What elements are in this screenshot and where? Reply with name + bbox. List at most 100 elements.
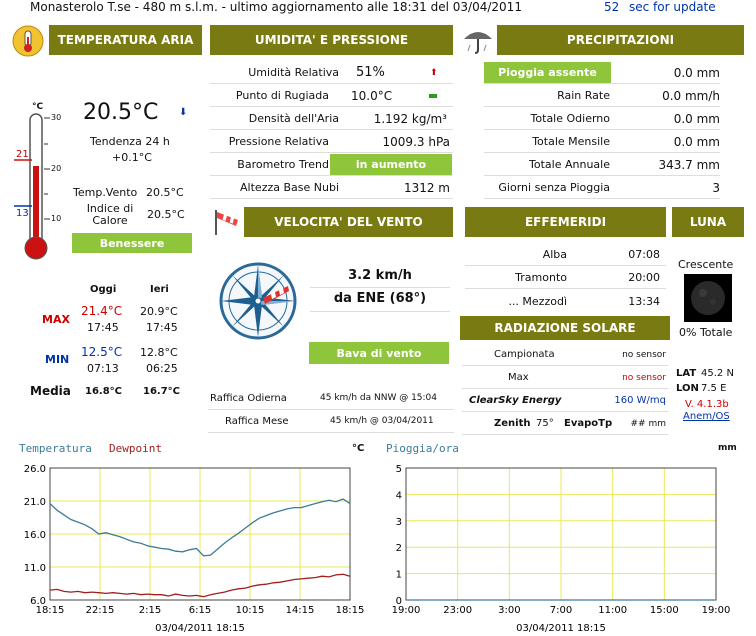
max-yesterday-time: 17:45 [146, 321, 178, 334]
air-density-row: Densità dell'Aria 1.192 kg/m³ [210, 108, 453, 130]
rain-rate-value: 0.0 mm/h [662, 88, 720, 103]
avg-yesterday: 16.7°C [143, 386, 181, 397]
wind-speed: 3.2 km/h [348, 268, 412, 283]
rain-rate-row: Rain Rate 0.0 mm/h [484, 85, 720, 107]
rain-month-row: Totale Mensile 0.0 mm [484, 131, 720, 153]
trend-value: +0.1°C [112, 151, 152, 164]
barometer-trend-button[interactable]: in aumento [330, 154, 452, 175]
chart-temp-legend-dewpoint: Dewpoint [109, 442, 162, 455]
solar-max-row: Max no sensor [462, 367, 668, 389]
solar-max-label: Max [508, 372, 529, 383]
rain-rate-label: Rain Rate [557, 89, 610, 102]
sunset-label: Tramonto [515, 271, 567, 284]
max-today: 21.4°C [81, 304, 123, 318]
umbrella-icon [462, 25, 494, 55]
windchill-value: 20.5°C [146, 186, 184, 199]
rain-chart-y-tick-label: 1 [396, 570, 402, 581]
cloud-base-value: 1312 m [403, 180, 450, 195]
temp-chart-x-tick-label: 18:15 [36, 605, 65, 616]
cloud-base-label: Altezza Base Nubi [240, 181, 339, 194]
chart-temp-legend-temperature: Temperatura [19, 442, 92, 455]
gust-day-label: Raffica Odierna [210, 393, 287, 404]
min-today-time: 07:13 [87, 362, 119, 375]
dewpoint-label: Punto di Rugiada [235, 89, 329, 102]
dry-days-row: Giorni senza Pioggia 3 [484, 177, 720, 199]
air-density-value: 1.192 kg/m³ [373, 111, 447, 126]
current-temperature: 20.5°C [83, 100, 159, 125]
evapo-label: EvapoTp [564, 418, 613, 429]
comfort-button[interactable]: Benessere [72, 233, 192, 253]
header-precipitation: PRECIPITAZIONI [497, 25, 744, 55]
solar-noon-row: ... Mezzodì 13:34 [465, 290, 666, 312]
scale-tick-10: 10 [51, 214, 62, 223]
evapo-value: ## mm [630, 418, 666, 429]
rain-status-value: 0.0 mm [673, 65, 720, 80]
temp-chart-x-axis-label: 03/04/2011 18:15 [155, 623, 245, 634]
air-density-label: Densità dell'Aria [248, 112, 339, 125]
marker-high: 21 [16, 149, 29, 160]
windchill-label: Temp.Vento [73, 186, 138, 199]
moon-phase-label: Crescente [678, 258, 734, 271]
barometer-trend-row: Barometro Trend in aumento [210, 154, 453, 176]
marker-low: 13 [16, 208, 29, 219]
rain-chart: 01234519:00 23:00 3:00 7:00 11:00 15:00 19:000… [392, 464, 731, 634]
min-label: MIN [45, 353, 70, 366]
rain-chart-x-tick-label: 19:00 [392, 605, 421, 616]
scale-tick-30: 30 [51, 113, 62, 122]
trend-label: Tendenza 24 h [90, 135, 170, 148]
steady-icon [429, 94, 437, 98]
rain-today-row: Totale Odierno 0.0 mm [484, 108, 720, 130]
dewpoint-value: 10.0°C [351, 88, 393, 103]
chart-rain-legend: Pioggia/ora [386, 442, 459, 455]
dewpoint-row: Punto di Rugiada 10.0°C [210, 85, 453, 107]
solar-sampled-value: no sensor [622, 349, 666, 360]
heat-index-label: Indice di Calore [86, 202, 134, 227]
min-yesterday: 12.8°C [140, 346, 178, 359]
dry-days-value: 3 [712, 180, 720, 195]
clearsky-row: ClearSky Energy 160 W/mq [462, 390, 668, 412]
min-yesterday-time: 06:25 [146, 362, 178, 375]
pressure-value: 1009.3 hPa [382, 134, 450, 149]
lon-value: 7.5 E [701, 383, 727, 394]
rain-year-label: Totale Annuale [529, 158, 610, 171]
max-yesterday: 20.9°C [140, 305, 178, 318]
avg-label: Media [30, 384, 71, 398]
rain-year-row: Totale Annuale 343.7 mm [484, 154, 720, 176]
beaufort-button[interactable]: Bava di vento [309, 342, 449, 364]
gust-divider [208, 409, 454, 410]
rain-chart-x-tick-label: 11:00 [598, 605, 627, 616]
humidity-label: Umidità Relativa [248, 66, 339, 79]
page-title: Monasterolo T.se - 480 m s.l.m. - ultimo… [30, 0, 522, 14]
lat-value: 45.2 N [701, 368, 734, 379]
lat-label: LAT [676, 368, 697, 379]
rain-year-value: 343.7 mm [658, 157, 720, 172]
chart-rain-unit: mm [718, 443, 737, 453]
solar-noon-label: ... Mezzodì [508, 294, 567, 308]
sunset-value: 20:00 [628, 271, 660, 284]
chart-temp-unit: °C [352, 443, 365, 454]
dry-days-label: Giorni senza Pioggia [498, 181, 610, 194]
solar-sampled-label: Campionata [494, 349, 555, 360]
rain-chart-x-tick-label: 7:00 [550, 605, 572, 616]
compass-rose-icon [209, 262, 307, 340]
software-version: V. 4.1.3b [685, 399, 729, 410]
scale-tick-20: 20 [51, 164, 62, 173]
moon-illumination: 0% Totale [679, 326, 733, 339]
rain-chart-y-tick-label: 3 [396, 517, 402, 528]
trend-down-icon: ⬇ [179, 107, 188, 118]
cloud-base-row: Altezza Base Nubi 1312 m [210, 177, 453, 199]
software-link[interactable]: Anem/OS [683, 411, 730, 422]
temp-chart-x-tick-label: 14:15 [286, 605, 315, 616]
lon-label: LON [676, 383, 699, 394]
refresh-counter: 52 [604, 0, 620, 14]
temperature-chart: 6.011.016.021.026.018:15 22:15 2:15 6:15 10:… [24, 464, 365, 634]
scale-unit: °C [32, 102, 44, 112]
rain-chart-x-tick-label: 19:00 [702, 605, 731, 616]
temp-chart-y-tick-label: 21.0 [24, 497, 46, 508]
solar-max-value: no sensor [622, 372, 666, 383]
header-solar-radiation: RADIAZIONE SOLARE [460, 316, 670, 340]
temp-chart-y-tick-label: 11.0 [24, 563, 46, 574]
gust-month-label: Raffica Mese [225, 416, 289, 427]
rain-status-button[interactable]: Pioggia assente [484, 62, 611, 83]
temp-chart-y-tick-label: 26.0 [24, 464, 46, 475]
